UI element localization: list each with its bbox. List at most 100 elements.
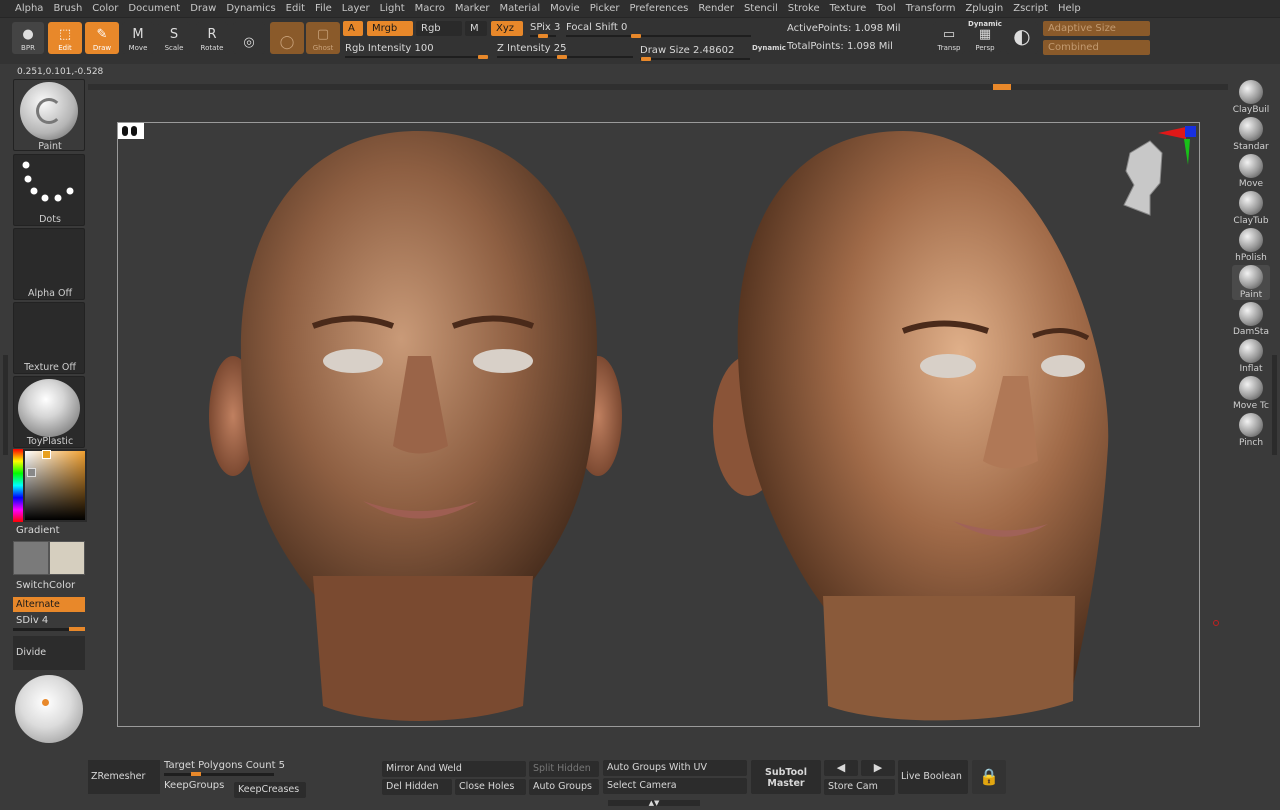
bpr-button[interactable]: ● BPR <box>12 22 44 54</box>
draw-size-slider[interactable] <box>640 58 750 60</box>
select-camera-button[interactable]: Select Camera <box>603 778 747 794</box>
mirror-and-weld-button[interactable]: Mirror And Weld <box>382 761 526 777</box>
menu-zplugin[interactable]: Zplugin <box>960 0 1008 18</box>
secondary-color-cursor[interactable] <box>27 468 36 477</box>
rgb-button[interactable]: Rgb <box>416 21 462 36</box>
menu-picker[interactable]: Picker <box>585 0 625 18</box>
brush-shelf-item[interactable]: DamSta <box>1232 302 1270 337</box>
sculptris-button[interactable]: ◯ <box>270 22 304 54</box>
brush-shelf-item[interactable]: ClayBuil <box>1232 80 1270 115</box>
viewport[interactable] <box>117 122 1200 727</box>
lock-icon[interactable]: 🔒 <box>972 760 1006 794</box>
brush-shelf-item[interactable]: Move Tc <box>1232 376 1270 411</box>
alpha-picker[interactable]: Alpha Off <box>13 228 85 300</box>
sdiv-knob[interactable] <box>69 627 85 631</box>
combined-button[interactable]: Combined <box>1043 40 1150 55</box>
menu-tool[interactable]: Tool <box>871 0 900 18</box>
menu-help[interactable]: Help <box>1053 0 1086 18</box>
draw-button[interactable]: ✎ Draw <box>85 22 119 54</box>
transp-button[interactable]: ▭ Transp <box>933 22 965 54</box>
sculpted-head-right[interactable] <box>703 126 1123 726</box>
edit-button[interactable]: ⬚ Edit <box>48 22 82 54</box>
keepcreases-button[interactable]: KeepCreases <box>234 782 306 798</box>
close-holes-button[interactable]: Close Holes <box>455 779 526 795</box>
frame-icon[interactable] <box>118 123 144 139</box>
menu-movie[interactable]: Movie <box>545 0 585 18</box>
store-cam-button[interactable]: Store Cam <box>824 779 895 795</box>
z-intensity-knob[interactable] <box>557 55 567 59</box>
timeline-strip[interactable] <box>88 84 1228 90</box>
material-picker[interactable]: ToyPlastic <box>13 376 85 448</box>
target-polygons-slider[interactable] <box>164 772 274 776</box>
brush-shelf-item[interactable]: Inflat <box>1232 339 1270 374</box>
main-color-swatch[interactable] <box>13 541 49 575</box>
color-picker[interactable] <box>13 449 87 522</box>
brush-shelf-item[interactable]: Pinch <box>1232 413 1270 448</box>
zremesher-button[interactable]: ZRemesher <box>88 760 160 794</box>
alternate-button[interactable]: Alternate <box>13 597 85 612</box>
split-hidden-button[interactable]: Split Hidden <box>529 761 599 777</box>
prev-camera-icon[interactable]: ◀ <box>824 760 858 776</box>
live-boolean-button[interactable]: Live Boolean <box>898 760 968 794</box>
menu-dynamics[interactable]: Dynamics <box>221 0 280 18</box>
dynamic-toggle[interactable]: Dynamic <box>752 44 786 52</box>
focal-shift-slider[interactable] <box>566 35 751 37</box>
menu-file[interactable]: File <box>310 0 337 18</box>
rgb-intensity-slider[interactable] <box>345 56 487 58</box>
color-square[interactable] <box>25 451 85 520</box>
gizmo-button[interactable]: ◎ <box>233 22 265 54</box>
spix-knob[interactable] <box>538 34 548 38</box>
menu-marker[interactable]: Marker <box>450 0 495 18</box>
xyz-button[interactable]: Xyz <box>491 21 523 36</box>
menu-document[interactable]: Document <box>123 0 185 18</box>
menu-zscript[interactable]: Zscript <box>1008 0 1053 18</box>
menu-stencil[interactable]: Stencil <box>739 0 783 18</box>
auto-groups-with-uv-button[interactable]: Auto Groups With UV <box>603 760 747 776</box>
next-camera-icon[interactable]: ▶ <box>861 760 895 776</box>
draw-size-knob[interactable] <box>641 57 651 61</box>
menu-layer[interactable]: Layer <box>337 0 375 18</box>
menu-light[interactable]: Light <box>375 0 410 18</box>
move-button[interactable]: M Move <box>122 22 154 54</box>
scale-button[interactable]: S Scale <box>158 22 190 54</box>
menu-texture[interactable]: Texture <box>825 0 872 18</box>
gradient-label[interactable]: Gradient <box>16 525 60 536</box>
menu-alpha[interactable]: Alpha <box>10 0 48 18</box>
a-button[interactable]: A <box>343 21 363 36</box>
ghost-button[interactable]: ▢ Ghost <box>306 22 340 54</box>
brush-shelf-item[interactable]: ClayTub <box>1232 191 1270 226</box>
rgb-intensity-knob[interactable] <box>478 55 488 59</box>
menu-color[interactable]: Color <box>87 0 123 18</box>
subtool-master-button[interactable]: SubTool Master <box>751 760 821 794</box>
menu-transform[interactable]: Transform <box>901 0 961 18</box>
brush-shelf-item[interactable]: Standar <box>1232 117 1270 152</box>
right-tray-toggle[interactable] <box>1272 355 1277 455</box>
del-hidden-button[interactable]: Del Hidden <box>382 779 452 795</box>
menu-edit[interactable]: Edit <box>281 0 310 18</box>
divide-button[interactable]: Divide <box>13 636 85 670</box>
secondary-color-swatch[interactable] <box>49 541 85 575</box>
m-button[interactable]: M <box>465 21 487 36</box>
stroke-picker[interactable]: Dots <box>13 154 85 226</box>
keepgroups-button[interactable]: KeepGroups <box>164 780 224 791</box>
texture-picker[interactable]: Texture Off <box>13 302 85 374</box>
switch-color-button[interactable]: SwitchColor <box>16 580 75 591</box>
brush-shelf-item[interactable]: Paint <box>1232 265 1270 300</box>
adaptive-size-button[interactable]: Adaptive Size <box>1043 21 1150 36</box>
left-tray-toggle[interactable] <box>3 355 8 455</box>
menu-render[interactable]: Render <box>693 0 739 18</box>
hue-strip[interactable] <box>13 449 23 522</box>
brush-shelf-item[interactable]: Move <box>1232 154 1270 189</box>
rotate-button[interactable]: R Rotate <box>196 22 228 54</box>
timeline-marker[interactable] <box>993 84 1011 90</box>
auto-groups-button[interactable]: Auto Groups <box>529 779 599 795</box>
target-polygons-knob[interactable] <box>191 772 201 776</box>
sdiv-slider[interactable] <box>13 627 85 631</box>
menu-brush[interactable]: Brush <box>48 0 87 18</box>
mrgb-button[interactable]: Mrgb <box>367 21 413 36</box>
menu-stroke[interactable]: Stroke <box>783 0 825 18</box>
menu-material[interactable]: Material <box>494 0 545 18</box>
color-cursor[interactable] <box>42 450 51 459</box>
brush-picker[interactable]: Paint <box>13 79 85 152</box>
navigation-sphere[interactable] <box>15 675 83 743</box>
